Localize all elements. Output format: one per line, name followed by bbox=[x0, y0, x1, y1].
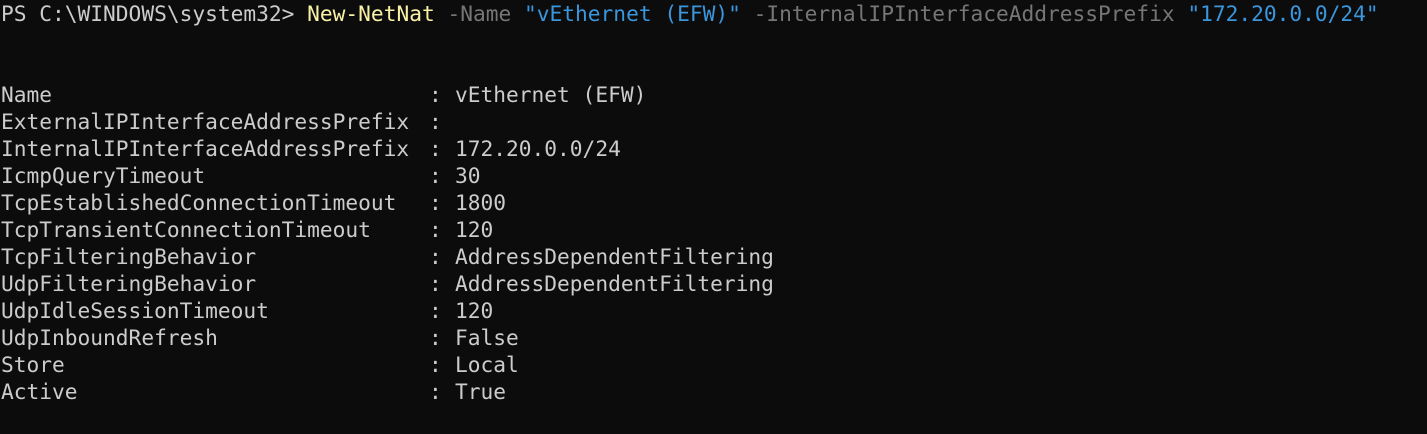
name-value: "vEthernet (EFW)" bbox=[524, 1, 741, 26]
output-row-udp-inbound-refresh: UdpInboundRefresh: False bbox=[1, 324, 1427, 351]
output-row-external-prefix: ExternalIPInterfaceAddressPrefix: bbox=[1, 108, 1427, 135]
property-value: False bbox=[455, 325, 519, 350]
separator: : bbox=[429, 82, 442, 107]
property-key: Name bbox=[1, 82, 53, 107]
separator: : bbox=[429, 271, 442, 296]
powershell-console[interactable]: PS C:\WINDOWS\system32> New-NetNat -Name… bbox=[0, 0, 1427, 434]
property-key: TcpEstablishedConnectionTimeout bbox=[1, 190, 397, 215]
property-key: ExternalIPInterfaceAddressPrefix bbox=[1, 109, 410, 134]
name-parameter: -Name bbox=[434, 1, 525, 26]
output-row-name: Name: vEthernet (EFW) bbox=[1, 81, 1427, 108]
separator: : bbox=[429, 136, 442, 161]
property-value: 120 bbox=[455, 298, 494, 323]
property-value: 120 bbox=[455, 217, 494, 242]
property-key: Active bbox=[1, 379, 78, 404]
property-key: InternalIPInterfaceAddressPrefix bbox=[1, 136, 410, 161]
output-row-tcp-transient-timeout: TcpTransientConnectionTimeout:120 bbox=[1, 216, 1427, 243]
property-value: 172.20.0.0/24 bbox=[455, 136, 621, 161]
output-row-tcp-filtering: TcpFilteringBehavior: AddressDependentFil… bbox=[1, 243, 1427, 270]
cmdlet-name: New-NetNat bbox=[307, 1, 435, 26]
property-value: AddressDependentFiltering bbox=[455, 244, 774, 269]
separator: : bbox=[429, 298, 442, 323]
separator: : bbox=[429, 379, 442, 404]
property-value: True bbox=[455, 379, 507, 404]
separator: : bbox=[429, 244, 442, 269]
property-key: UdpIdleSessionTimeout bbox=[1, 298, 269, 323]
output-row-internal-prefix: InternalIPInterfaceAddressPrefix:172.20.… bbox=[1, 135, 1427, 162]
property-key: TcpTransientConnectionTimeout bbox=[1, 217, 371, 242]
prefix-parameter: -InternalIPInterfaceAddressPrefix bbox=[740, 1, 1188, 26]
output-row-udp-idle-timeout: UdpIdleSessionTimeout:120 bbox=[1, 297, 1427, 324]
output-list: Name: vEthernet (EFW) ExternalIPInterface… bbox=[1, 81, 1427, 405]
separator: : bbox=[429, 217, 442, 242]
property-value: Local bbox=[455, 352, 519, 377]
property-key: IcmpQueryTimeout bbox=[1, 163, 206, 188]
separator: : bbox=[429, 109, 442, 134]
property-key: UdpFilteringBehavior bbox=[1, 271, 257, 296]
separator: : bbox=[429, 163, 442, 188]
output-row-icmp-timeout: IcmpQueryTimeout:30 bbox=[1, 162, 1427, 189]
property-key: UdpInboundRefresh bbox=[1, 325, 218, 350]
property-value: vEthernet (EFW) bbox=[455, 82, 647, 107]
command-line[interactable]: PS C:\WINDOWS\system32> New-NetNat -Name… bbox=[1, 0, 1427, 27]
property-value: AddressDependentFiltering bbox=[455, 271, 774, 296]
output-row-udp-filtering: UdpFilteringBehavior: AddressDependentFil… bbox=[1, 270, 1427, 297]
property-value: 1800 bbox=[455, 190, 507, 215]
property-key: Store bbox=[1, 352, 65, 377]
separator: : bbox=[429, 190, 442, 215]
prompt: PS C:\WINDOWS\system32> bbox=[1, 1, 308, 26]
output-row-store: Store: Local bbox=[1, 351, 1427, 378]
separator: : bbox=[429, 325, 442, 350]
blank-lines bbox=[1, 27, 1427, 81]
separator: : bbox=[429, 352, 442, 377]
property-value: 30 bbox=[455, 163, 481, 188]
output-row-active: Active: True bbox=[1, 378, 1427, 405]
property-key: TcpFilteringBehavior bbox=[1, 244, 257, 269]
prefix-value: "172.20.0.0/24" bbox=[1187, 1, 1379, 26]
output-row-tcp-established-timeout: TcpEstablishedConnectionTimeout:1800 bbox=[1, 189, 1427, 216]
